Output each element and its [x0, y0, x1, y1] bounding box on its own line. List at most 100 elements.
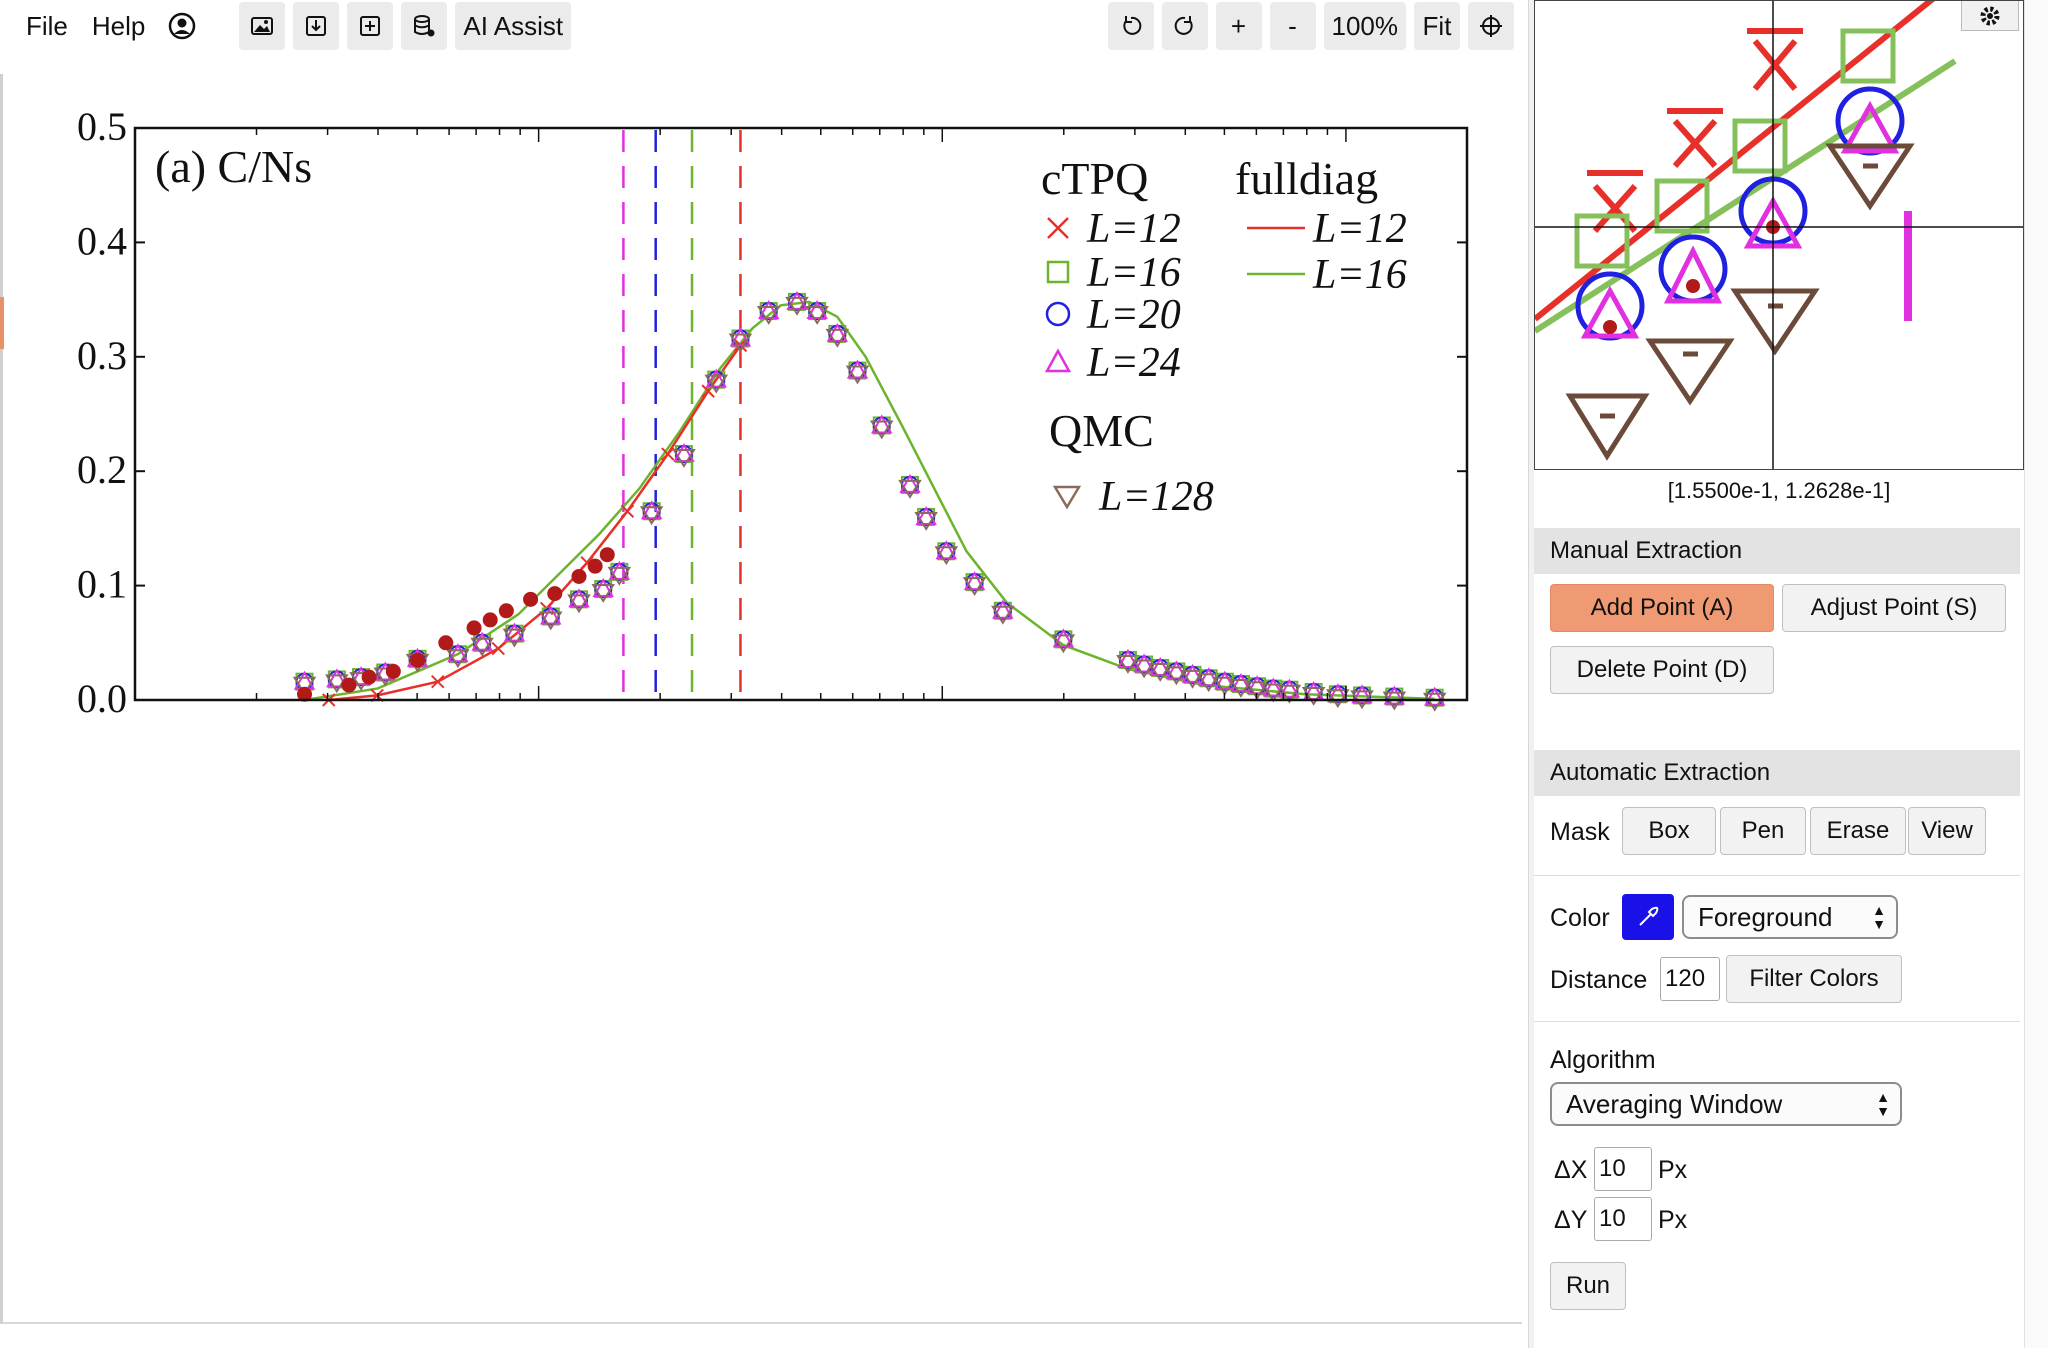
magnifier-settings-button[interactable]	[1961, 1, 2019, 31]
algorithm-select[interactable]: Averaging Window ▲ ▼	[1550, 1082, 1902, 1126]
zoom-out-label: -	[1288, 10, 1297, 41]
crosshair-button[interactable]	[1468, 2, 1514, 50]
zoom-out-button[interactable]: -	[1269, 2, 1316, 50]
select-arrows-icon: ▲ ▼	[1872, 902, 1886, 932]
zoom-level-label: 100%	[1331, 10, 1399, 41]
legend-triangle-down-marker	[1052, 485, 1082, 510]
dx-unit: Px	[1658, 1156, 1688, 1184]
mask-box-label: Box	[1648, 817, 1690, 844]
import-button[interactable]	[293, 2, 340, 50]
plot-canvas[interactable]: 0.0 0.1 0.2 0.3 0.4 0.5 (a) C/Ns cTPQ fulldiag Q…	[0, 74, 1522, 1324]
mask-pen-label: Pen	[1741, 817, 1785, 844]
distance-label: Distance	[1550, 966, 1648, 994]
filter-colors-button[interactable]: Filter Colors	[1726, 955, 1902, 1003]
extracted-data-point	[438, 635, 454, 651]
legend-triangle-marker	[1044, 348, 1072, 373]
automatic-extraction-header: Automatic Extraction	[1534, 750, 2020, 796]
image-icon	[251, 17, 274, 35]
redo-icon	[1174, 16, 1193, 35]
delete-point-label: Delete Point (D)	[1576, 656, 1748, 683]
zoom-in-label: +	[1230, 10, 1247, 41]
legend-title-fulldiag: fulldiag	[1235, 153, 1378, 204]
manual-extraction-header: Manual Extraction	[1534, 528, 2020, 574]
mask-view-label: View	[1921, 817, 1973, 844]
mask-erase-button[interactable]: Erase	[1810, 807, 1906, 855]
add-point-button[interactable]: Add Point (A)	[1550, 584, 1774, 632]
color-mode-select[interactable]: Foreground ▲ ▼	[1682, 895, 1898, 939]
y-tick-label: 0.1	[77, 562, 127, 607]
ai-assist-button[interactable]: AI Assist	[455, 2, 572, 50]
extracted-data-point	[482, 612, 498, 628]
redo-button[interactable]	[1161, 2, 1208, 50]
crosshair-icon	[1480, 15, 1502, 37]
ctpq-L12-marker	[491, 641, 505, 656]
color-picker-button[interactable]	[1622, 894, 1674, 940]
mask-box-button[interactable]: Box	[1622, 807, 1716, 855]
plot-digitizer-app: File Help AI Assist + - 100% Fit 0.0 0.1…	[0, 0, 2048, 1348]
extracted-data-point	[587, 558, 603, 574]
legend-entry-label: L=12	[1312, 206, 1407, 252]
algorithm-label: Algorithm	[1550, 1046, 1656, 1074]
legend-entry-label: L=16	[1086, 250, 1181, 296]
zoom-in-button[interactable]: +	[1215, 2, 1262, 50]
magnifier-view	[1534, 0, 2024, 470]
extracted-data-point	[547, 586, 563, 602]
legend-entry-label: L=20	[1086, 292, 1181, 338]
dy-label: ΔY	[1554, 1206, 1588, 1234]
y-tick-label: 0.4	[77, 218, 127, 263]
legend-title-ctpq: cTPQ	[1041, 153, 1148, 204]
legend-entry-label: L=128	[1098, 474, 1214, 520]
chart[interactable]: 0.0 0.1 0.2 0.3 0.4 0.5 (a) C/Ns cTPQ fulldiag Q…	[3, 74, 1523, 774]
scrollbar[interactable]	[2024, 0, 2048, 1348]
top-toolbar: File Help AI Assist + - 100% Fit	[0, 0, 1522, 52]
dx-label: ΔX	[1554, 1156, 1588, 1184]
algorithm-value: Averaging Window	[1566, 1088, 1783, 1119]
add-dataset-button[interactable]	[347, 2, 394, 50]
mask-erase-label: Erase	[1826, 817, 1890, 844]
y-tick-label: 0.5	[77, 104, 127, 149]
eyedropper-icon	[1639, 906, 1659, 926]
extracted-data-point	[385, 663, 401, 679]
help-menu[interactable]: Help	[80, 0, 157, 52]
adjust-point-button[interactable]: Adjust Point (S)	[1782, 584, 2006, 632]
undo-button[interactable]	[1107, 2, 1154, 50]
add-point-label: Add Point (A)	[1590, 594, 1734, 621]
legend-circle-marker	[1045, 301, 1071, 327]
divider	[1534, 875, 2020, 876]
y-tick-label: 0.3	[77, 333, 127, 378]
extracted-data-point	[466, 620, 482, 636]
run-label: Run	[1565, 1272, 1611, 1299]
dy-unit: Px	[1658, 1206, 1688, 1234]
y-tick-label: 0.2	[77, 447, 127, 492]
y-tick-label: 0.0	[77, 676, 127, 721]
distance-value: 120	[1665, 965, 1706, 992]
account-icon[interactable]	[167, 11, 197, 41]
dataset-settings-button[interactable]	[401, 2, 448, 50]
distance-input[interactable]: 120	[1660, 957, 1720, 1001]
fit-label: Fit	[1422, 10, 1452, 41]
mask-pen-button[interactable]: Pen	[1720, 807, 1806, 855]
dataset-settings-icon	[414, 15, 435, 37]
color-mode-value: Foreground	[1698, 901, 1833, 932]
image-button[interactable]	[239, 2, 286, 50]
legend-entry-label: L=12	[1086, 206, 1181, 252]
mask-view-button[interactable]: View	[1908, 807, 1986, 855]
dy-input[interactable]: 10	[1594, 1197, 1652, 1241]
panel-label: (a) C/Ns	[155, 141, 312, 192]
dx-input[interactable]: 10	[1594, 1147, 1652, 1191]
delete-point-button[interactable]: Delete Point (D)	[1550, 646, 1774, 694]
extracted-data-point	[341, 677, 357, 693]
legend-x-marker	[1047, 217, 1069, 239]
zoom-level[interactable]: 100%	[1323, 2, 1406, 50]
magnifier-canvas	[1535, 1, 2023, 469]
fit-button[interactable]: Fit	[1414, 2, 1460, 50]
legend-title-qmc: QMC	[1049, 405, 1154, 456]
extracted-data-point	[523, 591, 539, 607]
extracted-data-point	[571, 568, 587, 584]
file-menu[interactable]: File	[14, 0, 80, 52]
extracted-data-point	[599, 547, 615, 563]
run-button[interactable]: Run	[1550, 1262, 1626, 1310]
mask-label: Mask	[1550, 818, 1610, 846]
filter-colors-label: Filter Colors	[1749, 965, 1879, 992]
gear-icon	[1980, 6, 2000, 25]
